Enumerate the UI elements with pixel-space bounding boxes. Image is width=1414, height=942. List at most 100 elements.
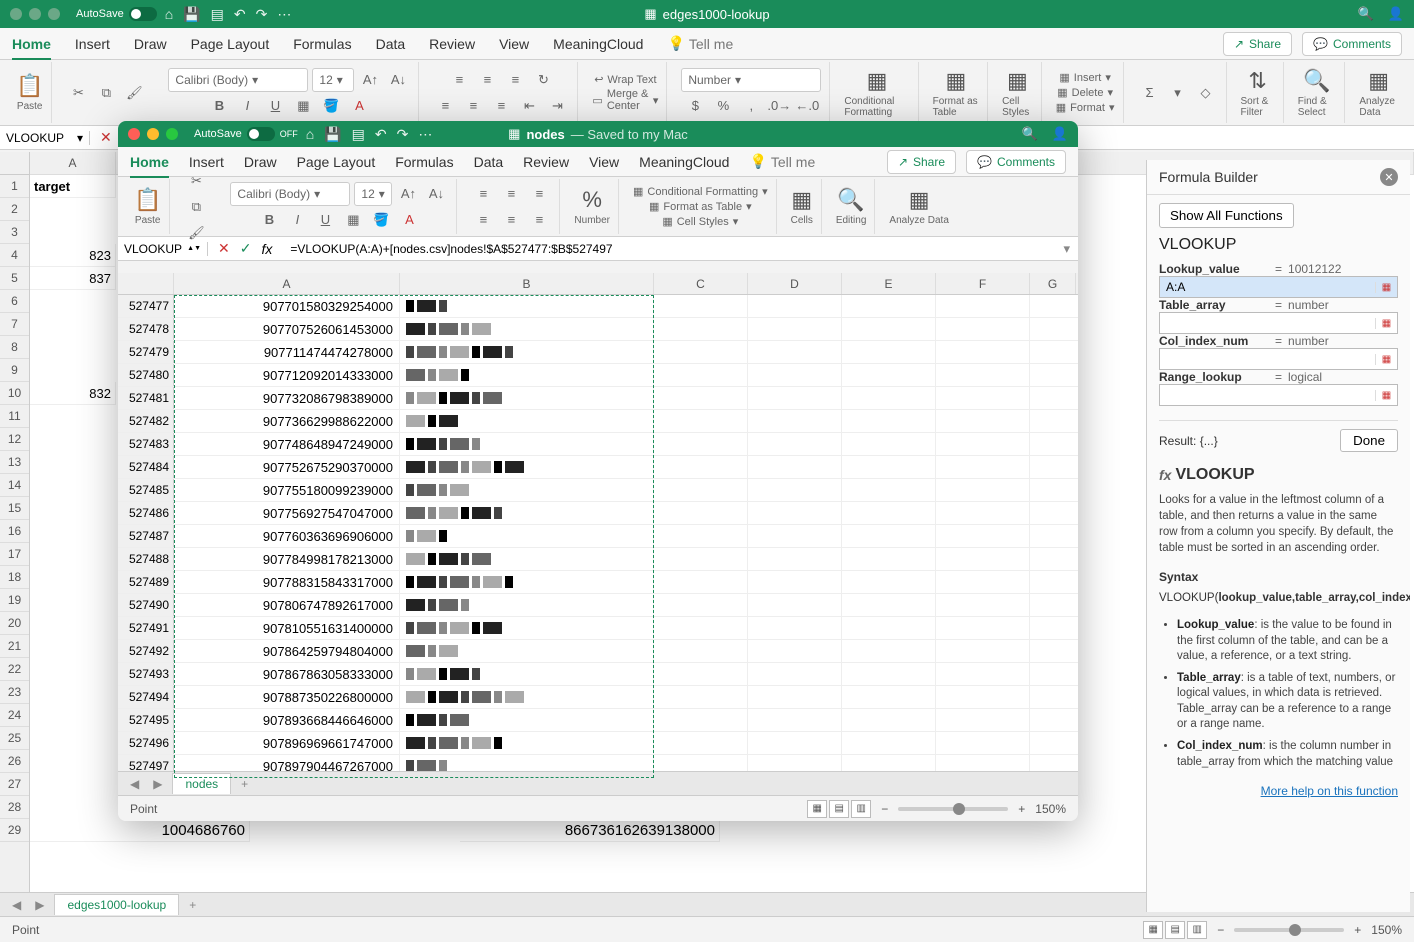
cell[interactable]: 907893668446646000 xyxy=(174,709,400,731)
underline-icon[interactable]: U xyxy=(313,208,337,232)
cell[interactable] xyxy=(842,479,936,501)
cell[interactable] xyxy=(748,318,842,340)
cell[interactable] xyxy=(748,594,842,616)
cell-redacted[interactable] xyxy=(400,548,654,570)
decrease-font-icon[interactable]: A↓ xyxy=(424,182,448,206)
cell[interactable] xyxy=(936,295,1030,317)
table-row[interactable]: 527492907864259794804000 xyxy=(118,640,1078,663)
table-row[interactable]: 527479907711474474278000 xyxy=(118,341,1078,364)
table-row[interactable]: 527495907893668446646000 xyxy=(118,709,1078,732)
cell-redacted[interactable] xyxy=(400,594,654,616)
panel-close-icon[interactable]: ✕ xyxy=(1380,168,1398,186)
cell[interactable] xyxy=(654,525,748,547)
row-header[interactable]: 16 xyxy=(0,520,29,543)
zoom-out-icon[interactable]: − xyxy=(881,802,888,816)
more-icon[interactable]: ⋯ xyxy=(418,126,432,143)
add-sheet-icon[interactable]: + xyxy=(237,777,252,791)
col-header-d[interactable]: D xyxy=(748,273,842,294)
row-header[interactable]: 527484 xyxy=(118,456,174,478)
tab-insert[interactable]: Insert xyxy=(189,154,224,170)
table-row[interactable]: 527485907755180099239000 xyxy=(118,479,1078,502)
cell[interactable] xyxy=(748,341,842,363)
cell-a4[interactable]: 823 xyxy=(30,244,116,267)
cell[interactable]: 907896969661747000 xyxy=(174,732,400,754)
cell-redacted[interactable] xyxy=(400,686,654,708)
show-all-functions-button[interactable]: Show All Functions xyxy=(1159,203,1294,228)
cell[interactable] xyxy=(748,571,842,593)
arg-input[interactable]: ▦ xyxy=(1159,348,1398,370)
row-header[interactable]: 1 xyxy=(0,175,29,198)
cell[interactable] xyxy=(748,410,842,432)
table-row[interactable]: 527491907810551631400000 xyxy=(118,617,1078,640)
cell-redacted[interactable] xyxy=(400,318,654,340)
cell[interactable]: 907887350226800000 xyxy=(174,686,400,708)
row-header[interactable]: 2 xyxy=(0,198,29,221)
cell[interactable] xyxy=(654,295,748,317)
cell[interactable] xyxy=(654,709,748,731)
view-break-icon[interactable]: ▥ xyxy=(1187,921,1207,939)
cell[interactable]: 907752675290370000 xyxy=(174,456,400,478)
tab-draw[interactable]: Draw xyxy=(134,36,167,52)
orientation-icon[interactable]: ↻ xyxy=(531,68,555,92)
row-header[interactable]: 14 xyxy=(0,474,29,497)
range-picker-icon[interactable]: ▦ xyxy=(1375,282,1397,293)
sort-filter-icon[interactable]: ⇅ xyxy=(1248,68,1266,94)
row-header[interactable]: 29 xyxy=(0,819,29,842)
fontsize-select[interactable]: 12 ▾ xyxy=(354,182,392,206)
row-header[interactable]: 527494 xyxy=(118,686,174,708)
cell[interactable] xyxy=(842,617,936,639)
tab-meaningcloud[interactable]: MeaningCloud xyxy=(553,36,643,52)
arg-input[interactable]: ▦ xyxy=(1159,384,1398,406)
row-header[interactable]: 13 xyxy=(0,451,29,474)
tab-data[interactable]: Data xyxy=(474,154,504,170)
table-row[interactable]: 527486907756927547047000 xyxy=(118,502,1078,525)
cell[interactable] xyxy=(748,502,842,524)
cell[interactable] xyxy=(654,732,748,754)
zoom-in-icon[interactable]: + xyxy=(1354,923,1361,937)
cell[interactable] xyxy=(748,548,842,570)
comma-icon[interactable]: , xyxy=(739,94,763,118)
paste-icon[interactable]: 📋 xyxy=(134,187,161,213)
sheet-tab-nodes[interactable]: nodes xyxy=(172,773,231,794)
zoom-slider[interactable] xyxy=(898,807,1008,811)
cell[interactable]: 907864259794804000 xyxy=(174,640,400,662)
cell-redacted[interactable] xyxy=(400,502,654,524)
col-header-a[interactable]: A xyxy=(174,273,400,294)
arg-input[interactable]: ▦ xyxy=(1159,276,1398,298)
tab-formulas[interactable]: Formulas xyxy=(293,36,351,52)
cell[interactable] xyxy=(936,525,1030,547)
dec-dec-icon[interactable]: ←.0 xyxy=(795,94,819,118)
format-painter-icon[interactable]: 🖌 xyxy=(122,81,146,105)
minimize-icon[interactable] xyxy=(29,8,41,20)
cut-icon[interactable]: ✂ xyxy=(184,169,208,193)
table-row[interactable]: 527493907867863058333000 xyxy=(118,663,1078,686)
row-header[interactable]: 19 xyxy=(0,589,29,612)
search-icon[interactable]: 🔍 xyxy=(1022,126,1038,142)
cell-redacted[interactable] xyxy=(400,709,654,731)
cell[interactable] xyxy=(654,410,748,432)
cell[interactable] xyxy=(936,502,1030,524)
row-header[interactable]: 28 xyxy=(0,796,29,819)
cell[interactable] xyxy=(936,709,1030,731)
cell-redacted[interactable] xyxy=(400,433,654,455)
cell[interactable] xyxy=(748,525,842,547)
table-row[interactable]: 527496907896969661747000 xyxy=(118,732,1078,755)
cell[interactable] xyxy=(748,456,842,478)
view-break-icon[interactable]: ▥ xyxy=(851,800,871,818)
cell[interactable] xyxy=(748,709,842,731)
col-header-b[interactable]: B xyxy=(400,273,654,294)
name-box[interactable]: VLOOKUP▾ xyxy=(0,131,90,145)
cell-redacted[interactable] xyxy=(400,410,654,432)
row-header[interactable]: 527485 xyxy=(118,479,174,501)
cell[interactable] xyxy=(748,617,842,639)
tab-next-icon[interactable]: ▶ xyxy=(31,898,48,912)
italic-icon[interactable]: I xyxy=(235,94,259,118)
table-row[interactable]: 527488907784998178213000 xyxy=(118,548,1078,571)
merge-icon[interactable]: ▭ xyxy=(592,94,602,107)
formula-expand-icon[interactable]: ▾ xyxy=(1055,241,1078,257)
percent-icon[interactable]: % xyxy=(582,187,602,213)
row-header[interactable]: 20 xyxy=(0,612,29,635)
fill-color-icon[interactable]: 🪣 xyxy=(319,94,343,118)
cell-redacted[interactable] xyxy=(400,525,654,547)
align-icon[interactable]: ≡ xyxy=(527,208,551,232)
